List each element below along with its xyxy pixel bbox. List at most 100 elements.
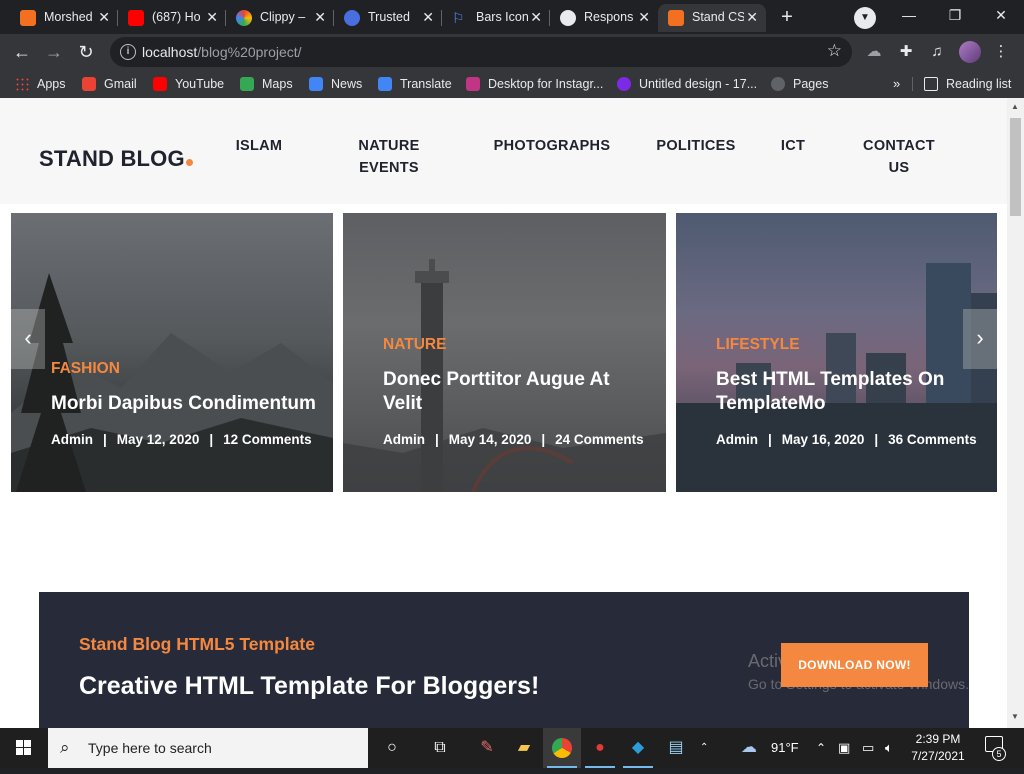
nav-photographs[interactable]: PHOTOGRAPHS xyxy=(490,135,614,157)
weather-cloud-icon[interactable]: ☁ xyxy=(741,728,757,768)
nav-islam[interactable]: ISLAM xyxy=(230,135,288,157)
bookmark-star-icon[interactable]: ☆ xyxy=(827,41,842,61)
tray-chevron-up-icon[interactable]: ⌃ xyxy=(816,728,826,768)
menu-kebab-icon[interactable]: ⋮ xyxy=(992,43,1010,61)
download-now-button[interactable]: DOWNLOAD NOW! xyxy=(781,643,928,687)
tab-responsive[interactable]: Respons ✕ xyxy=(550,4,658,32)
taskbar-search[interactable]: ⌕ Type here to search xyxy=(48,728,368,768)
more-bookmarks-icon[interactable]: » xyxy=(893,76,900,91)
page-scrollbar[interactable]: ▲ ▼ xyxy=(1007,98,1024,728)
slide-card-nature[interactable]: NATURE Donec Porttitor Augue At Velit Ad… xyxy=(343,213,666,492)
slide-category[interactable]: FASHION xyxy=(51,360,120,378)
slide-date: May 14, 2020 xyxy=(448,432,532,447)
slide-title[interactable]: Morbi Dapibus Condimentum xyxy=(51,392,316,416)
slide-comments[interactable]: 12 Comments xyxy=(223,432,312,447)
tab-title: Stand CS xyxy=(692,10,744,24)
tab-stand-blog-active[interactable]: Stand CS ✕ xyxy=(658,4,766,32)
bookmark-maps[interactable]: Maps xyxy=(240,76,293,92)
forward-arrow-icon[interactable]: → xyxy=(41,39,67,65)
tab-search-icon[interactable]: ▼ xyxy=(854,7,876,29)
paint-app-icon[interactable]: ✎ xyxy=(468,728,506,768)
volume-icon[interactable]: 🔈︎ xyxy=(885,728,893,768)
windows-start-button[interactable] xyxy=(0,728,48,768)
task-view-icon[interactable]: ⧉ xyxy=(421,728,459,768)
tab-title: Trusted xyxy=(368,10,410,24)
nav-politices[interactable]: POLITICES xyxy=(652,135,740,157)
cloud-icon[interactable]: ☁ xyxy=(865,43,883,61)
tab-morshed[interactable]: Morshed ✕ xyxy=(10,4,118,32)
nav-ict[interactable]: ICT xyxy=(776,135,810,157)
bookmark-instagram[interactable]: Desktop for Instagr... xyxy=(466,76,603,92)
bookmark-youtube[interactable]: YouTube xyxy=(153,76,224,92)
close-tab-icon[interactable]: ✕ xyxy=(638,9,650,26)
youtube-icon xyxy=(153,77,167,91)
extensions-puzzle-icon[interactable]: ✚ xyxy=(897,43,915,61)
weather-temperature[interactable]: 91°F xyxy=(771,728,799,768)
site-logo[interactable]: STAND BLOG xyxy=(39,146,185,172)
show-hidden-icons-chevron[interactable]: ⌃ xyxy=(700,728,708,768)
notification-count-badge: 5 xyxy=(992,747,1006,761)
slider-next-button[interactable]: › xyxy=(963,309,997,369)
slide-title-line2: Velit xyxy=(383,393,423,414)
close-tab-icon[interactable]: ✕ xyxy=(206,9,218,26)
close-tab-icon[interactable]: ✕ xyxy=(530,9,542,26)
close-window-button[interactable]: ✕ xyxy=(978,0,1024,30)
address-bar[interactable]: i localhost/blog%20project/ ☆ xyxy=(110,37,852,67)
notepad-app-icon[interactable]: ▤ xyxy=(657,728,695,768)
slide-title[interactable]: Best HTML Templates On TemplateMo xyxy=(716,368,944,416)
back-arrow-icon[interactable]: ← xyxy=(9,39,35,65)
scroll-down-icon[interactable]: ▼ xyxy=(1011,712,1019,721)
scrollbar-thumb[interactable] xyxy=(1010,118,1021,216)
scroll-up-icon[interactable]: ▲ xyxy=(1011,102,1019,111)
url-text[interactable]: localhost/blog%20project/ xyxy=(142,44,302,60)
cortana-icon[interactable]: ○ xyxy=(373,728,411,768)
close-tab-icon[interactable]: ✕ xyxy=(98,9,110,26)
tab-clippy[interactable]: Clippy – ✕ xyxy=(226,4,334,32)
system-clock[interactable]: 2:39 PM 7/27/2021 xyxy=(910,731,966,765)
new-tab-button[interactable]: + xyxy=(774,5,800,31)
canva-icon xyxy=(617,77,631,91)
maximize-button[interactable]: ❐ xyxy=(932,0,978,30)
slide-comments[interactable]: 24 Comments xyxy=(555,432,644,447)
slide-category[interactable]: NATURE xyxy=(383,336,446,354)
reading-list-button[interactable]: Reading list xyxy=(924,76,1011,92)
vscode-app-icon[interactable]: ◆ xyxy=(619,728,657,768)
slide-card-fashion[interactable]: FASHION Morbi Dapibus Condimentum Admin |… xyxy=(11,213,333,492)
close-tab-icon[interactable]: ✕ xyxy=(314,9,326,26)
file-explorer-icon[interactable]: ▰ xyxy=(505,728,543,768)
slide-category[interactable]: LIFESTYLE xyxy=(716,336,800,354)
slider-prev-button[interactable]: ‹ xyxy=(11,309,45,369)
tab-trusted[interactable]: Trusted ✕ xyxy=(334,4,442,32)
recorder-app-icon[interactable]: ● xyxy=(581,728,619,768)
bookmark-canva[interactable]: Untitled design - 17... xyxy=(617,76,757,92)
network-icon[interactable]: ▭ xyxy=(862,728,874,768)
site-header: STAND BLOG ISLAM NATURE EVENTS PHOTOGRAP… xyxy=(0,98,1007,204)
site-info-icon[interactable]: i xyxy=(120,44,136,60)
translate-icon xyxy=(378,77,392,91)
slide-author[interactable]: Admin xyxy=(51,432,93,447)
tab-bars-icon[interactable]: ⚐ Bars Icon ✕ xyxy=(442,4,550,32)
close-tab-icon[interactable]: ✕ xyxy=(422,9,434,26)
slide-author[interactable]: Admin xyxy=(716,432,758,447)
reload-icon[interactable]: ↻ xyxy=(73,39,99,65)
slide-meta: Admin | May 16, 2020 | 36 Comments xyxy=(716,432,977,447)
nav-nature-events[interactable]: NATURE EVENTS xyxy=(352,135,426,179)
slide-card-lifestyle[interactable]: LIFESTYLE Best HTML Templates On Templat… xyxy=(676,213,997,492)
chrome-app-icon[interactable] xyxy=(543,728,581,768)
minimize-button[interactable]: — xyxy=(886,0,932,30)
slide-comments[interactable]: 36 Comments xyxy=(888,432,977,447)
bookmark-translate[interactable]: Translate xyxy=(378,76,452,92)
bookmark-news[interactable]: News xyxy=(309,76,362,92)
nav-contact-us[interactable]: CONTACT US xyxy=(858,135,940,179)
meet-now-icon[interactable]: ▣ xyxy=(838,728,850,768)
slide-title[interactable]: Donec Porttitor Augue At Velit xyxy=(383,368,610,416)
bookmark-gmail[interactable]: Gmail xyxy=(82,76,137,92)
profile-avatar[interactable] xyxy=(959,41,981,63)
tab-title: (687) Ho xyxy=(152,10,201,24)
close-tab-icon[interactable]: ✕ xyxy=(746,9,758,26)
slide-author[interactable]: Admin xyxy=(383,432,425,447)
bookmark-pages[interactable]: Pages xyxy=(771,76,828,92)
media-playlist-icon[interactable]: ♫ xyxy=(928,43,946,61)
bookmark-apps[interactable]: Apps xyxy=(15,76,66,92)
tab-youtube[interactable]: (687) Ho ✕ xyxy=(118,4,226,32)
